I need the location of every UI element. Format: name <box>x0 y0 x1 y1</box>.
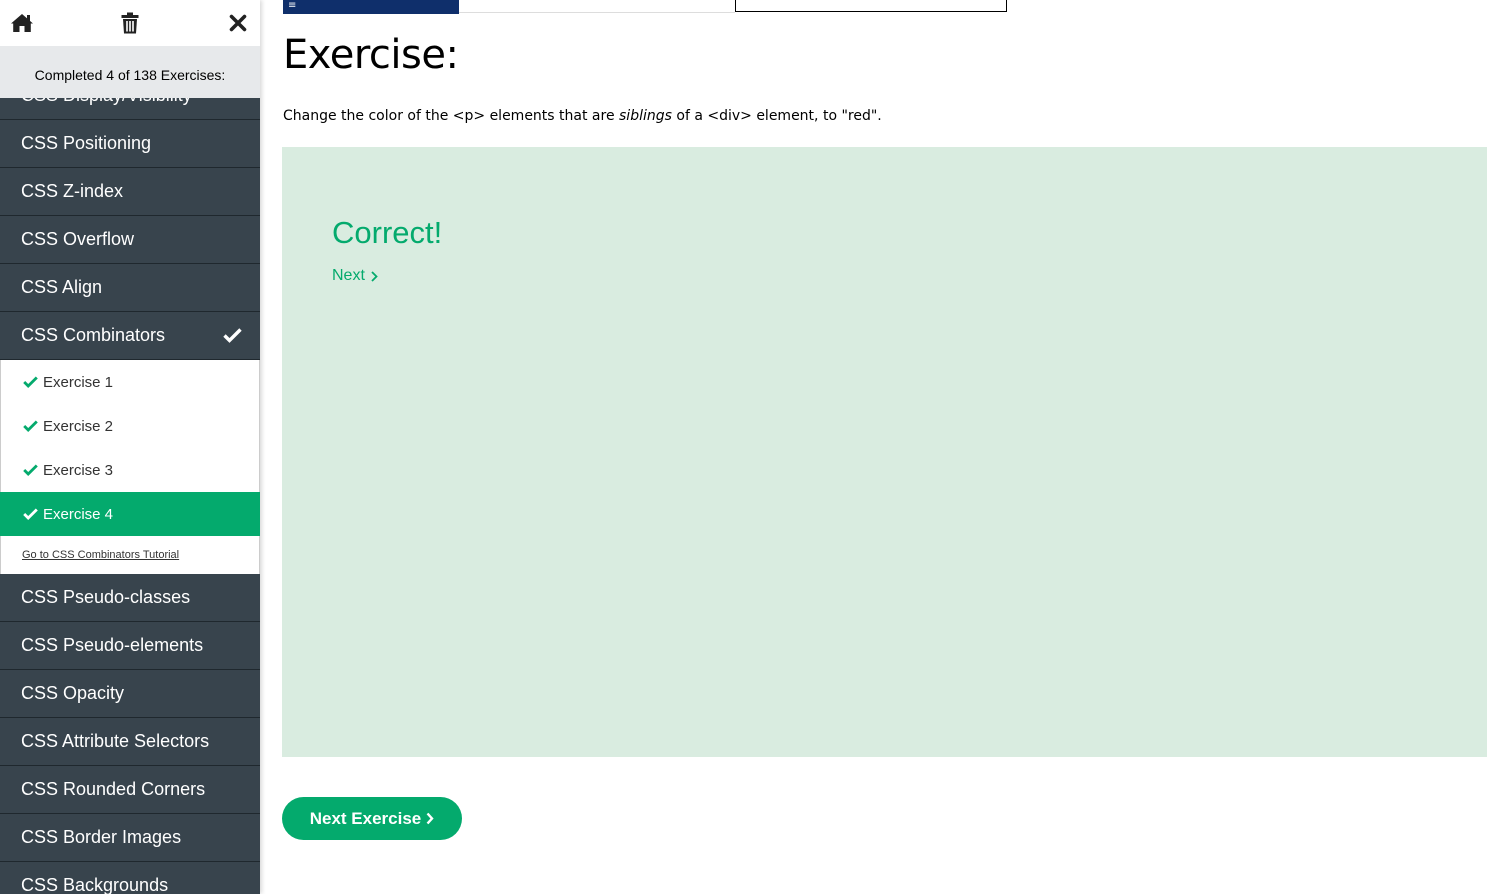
exercise-item-4[interactable]: Exercise 4 <box>0 492 260 536</box>
top-nav-strip <box>459 0 735 13</box>
exercise-label: Exercise 4 <box>43 505 114 523</box>
exercise-label: Exercise 3 <box>43 461 114 479</box>
trash-icon[interactable] <box>117 10 143 36</box>
sidebar-item-css-pseudo-classes[interactable]: CSS Pseudo-classes <box>0 574 260 622</box>
checkmark-icon <box>23 508 38 520</box>
exercise-item-3[interactable]: Exercise 3 <box>0 448 260 492</box>
close-icon[interactable] <box>225 10 251 36</box>
description-text-end: of a <div> element, to "red". <box>671 108 882 124</box>
exercise-label: Exercise 1 <box>43 373 114 391</box>
menu-icon[interactable]: ≡ <box>288 0 296 12</box>
sidebar-item-css-align[interactable]: CSS Align <box>0 264 260 312</box>
sidebar-item-label: CSS Align <box>21 277 103 297</box>
next-link[interactable]: Next <box>332 267 378 285</box>
next-link-label: Next <box>332 267 365 284</box>
description-text: Change the color of the <p> elements tha… <box>283 108 620 124</box>
tutorial-link[interactable]: Go to CSS Combinators Tutorial <box>0 536 260 574</box>
next-exercise-button[interactable]: Next Exercise <box>282 797 462 840</box>
sidebar-item-css-pseudo-elements[interactable]: CSS Pseudo-elements <box>0 622 260 670</box>
checkmark-icon <box>223 327 242 348</box>
checkmark-icon <box>23 464 38 476</box>
correct-heading: Correct! <box>332 215 443 250</box>
sidebar-item-label: CSS Overflow <box>21 229 135 249</box>
exercise-label: Exercise 2 <box>43 417 114 435</box>
sidebar-item-css-opacity[interactable]: CSS Opacity <box>0 670 260 718</box>
sidebar-list: CSS Display/Visibility CSS Positioning C… <box>0 72 260 894</box>
sidebar-item-label: CSS Attribute Selectors <box>21 731 210 751</box>
sidebar-item-css-combinators[interactable]: CSS Combinators <box>0 312 260 360</box>
sidebar-item-css-z-index[interactable]: CSS Z-index <box>0 168 260 216</box>
sidebar-item-label: CSS Pseudo-elements <box>21 635 204 655</box>
sidebar-item-label: CSS Combinators <box>21 325 166 345</box>
sidebar-item-label: CSS Pseudo-classes <box>21 587 191 607</box>
chevron-right-icon <box>426 812 434 825</box>
exercise-description: Change the color of the <p> elements tha… <box>283 108 882 124</box>
result-panel: Correct! Next <box>282 147 1487 757</box>
sidebar-item-css-backgrounds[interactable]: CSS Backgrounds <box>0 862 260 894</box>
page-title: Exercise: <box>283 32 459 78</box>
sidebar-toolbar <box>0 0 260 46</box>
sidebar-item-label: CSS Opacity <box>21 683 125 703</box>
chevron-right-icon <box>371 270 378 282</box>
exercise-sidebar: Completed 4 of 138 Exercises: CSS Displa… <box>0 0 260 894</box>
exercise-item-2[interactable]: Exercise 2 <box>0 404 260 448</box>
description-emphasis: siblings <box>619 108 672 124</box>
sidebar-item-css-rounded-corners[interactable]: CSS Rounded Corners <box>0 766 260 814</box>
sidebar-item-css-attribute-selectors[interactable]: CSS Attribute Selectors <box>0 718 260 766</box>
sidebar-item-label: CSS Backgrounds <box>21 875 169 894</box>
sidebar-item-label: CSS Positioning <box>21 133 152 153</box>
sidebar-item-css-overflow[interactable]: CSS Overflow <box>0 216 260 264</box>
top-nav-box <box>735 0 1007 12</box>
exercise-item-1[interactable]: Exercise 1 <box>0 360 260 404</box>
sidebar-item-label: CSS Z-index <box>21 181 124 201</box>
checkmark-icon <box>23 376 38 388</box>
top-nav-bar[interactable]: ≡ <box>283 0 459 14</box>
progress-status: Completed 4 of 138 Exercises: <box>0 46 260 98</box>
sidebar-item-css-positioning[interactable]: CSS Positioning <box>0 120 260 168</box>
sidebar-item-label: CSS Rounded Corners <box>21 779 206 799</box>
next-exercise-label: Next Exercise <box>309 808 422 828</box>
home-icon[interactable] <box>9 10 35 36</box>
progress-text: Completed 4 of 138 Exercises: <box>34 67 226 83</box>
sidebar-item-label: CSS Border Images <box>21 827 182 847</box>
checkmark-icon <box>23 420 38 432</box>
sidebar-item-css-border-images[interactable]: CSS Border Images <box>0 814 260 862</box>
